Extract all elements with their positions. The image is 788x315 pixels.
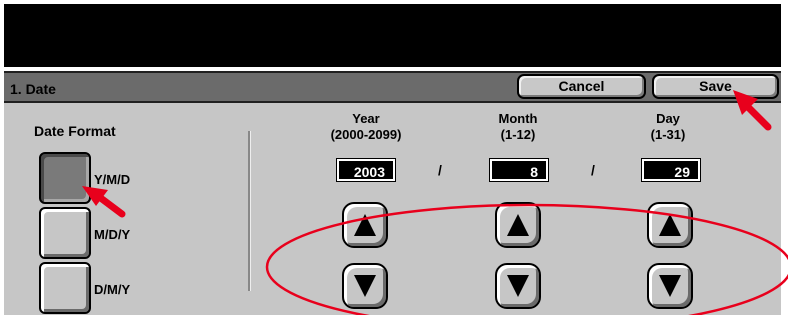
year-up-button[interactable]	[342, 202, 388, 248]
panel-divider	[248, 131, 251, 291]
year-heading: Year (2000-2099)	[311, 111, 421, 143]
date-setup-screen: 1. Date Cancel Save Date Format Y/M/D M/…	[4, 4, 781, 315]
format-ymd-label: Y/M/D	[94, 172, 131, 187]
format-mdy-label: M/D/Y	[94, 227, 131, 242]
day-value: 29	[641, 158, 701, 182]
month-down-button[interactable]	[495, 263, 541, 309]
year-down-button[interactable]	[342, 263, 388, 309]
message-area	[4, 4, 781, 67]
month-up-button[interactable]	[495, 202, 541, 248]
month-title: Month	[498, 111, 538, 126]
month-range: (1-12)	[500, 127, 536, 142]
day-range: (1-31)	[650, 127, 686, 142]
save-button[interactable]: Save	[652, 74, 779, 99]
day-down-button[interactable]	[647, 263, 693, 309]
month-heading: Month (1-12)	[463, 111, 573, 143]
day-heading: Day (1-31)	[613, 111, 723, 143]
format-dmy-label: D/M/Y	[94, 282, 131, 297]
up-arrow-icon	[354, 214, 376, 236]
day-up-button[interactable]	[647, 202, 693, 248]
screen-title: 1. Date	[10, 81, 56, 97]
format-ymd-button[interactable]	[39, 152, 91, 204]
up-arrow-icon	[507, 214, 529, 236]
year-title: Year	[352, 111, 380, 126]
day-title: Day	[656, 111, 680, 126]
down-arrow-icon	[659, 275, 681, 297]
date-separator: /	[591, 162, 595, 178]
down-arrow-icon	[354, 275, 376, 297]
format-dmy-button[interactable]	[39, 262, 91, 314]
up-arrow-icon	[659, 214, 681, 236]
date-separator: /	[438, 162, 442, 178]
down-arrow-icon	[507, 275, 529, 297]
cancel-button[interactable]: Cancel	[517, 74, 646, 99]
date-format-heading: Date Format	[34, 123, 116, 139]
year-range: (2000-2099)	[330, 127, 402, 142]
title-bar: 1. Date Cancel Save	[4, 71, 781, 103]
month-value: 8	[489, 158, 549, 182]
year-value: 2003	[336, 158, 396, 182]
settings-panel: Date Format Y/M/D M/D/Y D/M/Y Year (2000…	[4, 103, 781, 315]
format-mdy-button[interactable]	[39, 207, 91, 259]
